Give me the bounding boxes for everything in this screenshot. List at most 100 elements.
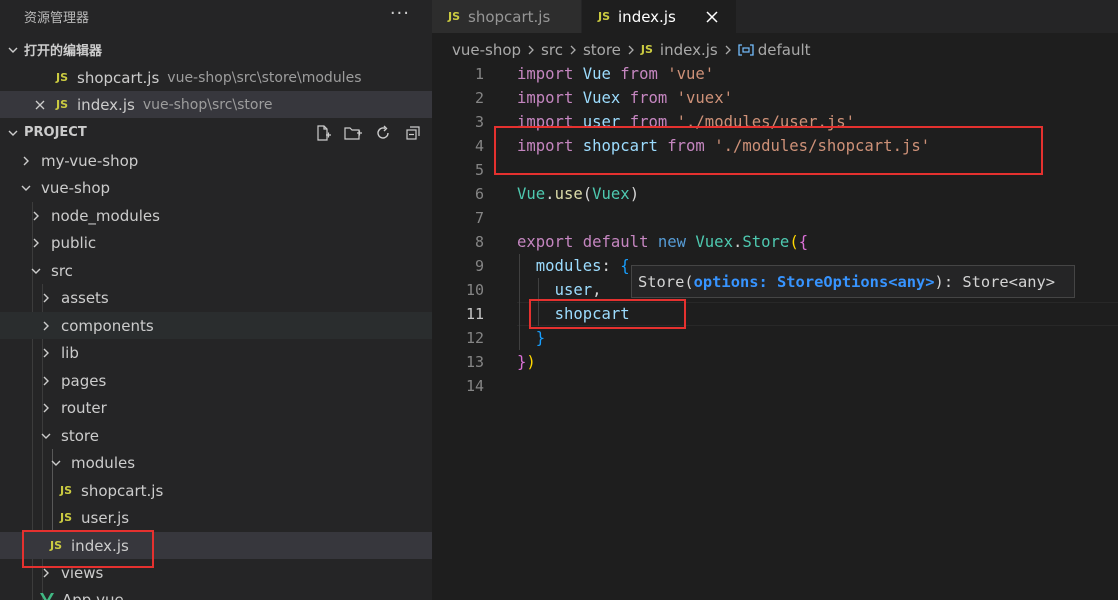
line-number: 12 bbox=[465, 329, 484, 347]
js-file-icon: JS bbox=[56, 71, 69, 84]
tree-file-shopcart-js[interactable]: JS shopcart.js bbox=[0, 477, 432, 504]
new-file-icon[interactable] bbox=[314, 124, 332, 142]
tree-folder-modules[interactable]: modules bbox=[0, 449, 432, 476]
open-editor-name: shopcart.js bbox=[77, 68, 160, 87]
tab-bar: JS shopcart.js JS index.js bbox=[432, 0, 1118, 33]
new-folder-icon[interactable] bbox=[344, 124, 362, 142]
editor-area: JS shopcart.js JS index.js vue-shop src … bbox=[432, 0, 1118, 600]
tree-label: vue-shop bbox=[41, 178, 111, 197]
explorer-header: 资源管理器 ··· bbox=[0, 0, 432, 32]
tab-label: shopcart.js bbox=[468, 7, 551, 26]
tree-label: src bbox=[51, 261, 73, 280]
explorer-sidebar: 资源管理器 ··· 打开的编辑器 JS shopcart.js vue-shop… bbox=[0, 0, 432, 600]
tree-label: App.vue bbox=[62, 590, 124, 600]
line-number: 5 bbox=[474, 161, 484, 179]
js-file-icon: JS bbox=[60, 511, 73, 524]
chevron-right-icon bbox=[40, 339, 52, 366]
tree-folder-components[interactable]: components bbox=[0, 312, 432, 339]
open-editor-name: index.js bbox=[77, 95, 135, 114]
chevron-down-icon bbox=[7, 36, 19, 63]
highlight-box bbox=[22, 530, 154, 568]
tree-label: user.js bbox=[81, 508, 130, 527]
breadcrumb-item[interactable]: vue-shop bbox=[452, 41, 521, 59]
line-number: 9 bbox=[474, 257, 484, 275]
code-line: 6 Vue.use(Vuex) bbox=[432, 182, 1118, 206]
tree-file-app-vue[interactable]: App.vue bbox=[0, 586, 432, 600]
open-editors-label: 打开的编辑器 bbox=[24, 44, 103, 59]
chevron-right-icon bbox=[20, 147, 32, 174]
close-icon[interactable] bbox=[33, 99, 47, 111]
open-editor-item-index[interactable]: JS index.js vue-shop\src\store bbox=[0, 91, 432, 118]
line-number: 11 bbox=[465, 305, 484, 323]
chevron-right-icon bbox=[40, 312, 52, 339]
tree-label: node_modules bbox=[51, 206, 160, 225]
tree-folder-pages[interactable]: pages bbox=[0, 367, 432, 394]
tree-label: my-vue-shop bbox=[41, 151, 139, 170]
line-number: 3 bbox=[474, 113, 484, 131]
close-icon[interactable] bbox=[706, 10, 718, 23]
project-section-header[interactable]: PROJECT bbox=[0, 119, 432, 146]
open-editors-section-header[interactable]: 打开的编辑器 bbox=[0, 36, 432, 63]
chevron-down-icon bbox=[20, 174, 32, 201]
tree-label: router bbox=[61, 398, 107, 417]
tree-folder-assets[interactable]: assets bbox=[0, 284, 432, 311]
tree-folder-node-modules[interactable]: node_modules bbox=[0, 202, 432, 229]
chevron-right-icon bbox=[627, 44, 635, 56]
tree-folder-store[interactable]: store bbox=[0, 422, 432, 449]
highlight-box bbox=[494, 126, 1043, 175]
breadcrumb-file[interactable]: index.js bbox=[660, 41, 718, 59]
code-line: 2 import Vuex from 'vuex' bbox=[432, 86, 1118, 110]
open-editor-path: vue-shop\src\store bbox=[142, 96, 273, 113]
code-line: 7 bbox=[432, 206, 1118, 230]
tree-label: components bbox=[61, 316, 154, 335]
chevron-right-icon bbox=[40, 394, 52, 421]
breadcrumb-item[interactable]: src bbox=[541, 41, 563, 59]
tab-shopcart-js[interactable]: JS shopcart.js bbox=[432, 0, 582, 33]
breadcrumb-symbol[interactable]: default bbox=[758, 41, 811, 59]
chevron-right-icon bbox=[40, 284, 52, 311]
code-line: 8 export default new Vuex.Store({ bbox=[432, 230, 1118, 254]
tree-folder-lib[interactable]: lib bbox=[0, 339, 432, 366]
chevron-right-icon bbox=[30, 229, 42, 256]
chevron-right-icon bbox=[569, 44, 577, 56]
chevron-down-icon bbox=[40, 422, 52, 449]
symbol-variable-icon bbox=[738, 43, 754, 57]
tree-label: public bbox=[51, 233, 97, 252]
tree-folder-vue-shop[interactable]: vue-shop bbox=[0, 174, 432, 201]
line-number: 2 bbox=[474, 89, 484, 107]
line-number: 4 bbox=[474, 137, 484, 155]
project-label: PROJECT bbox=[24, 125, 87, 140]
chevron-down-icon bbox=[7, 119, 19, 146]
tab-label: index.js bbox=[618, 7, 676, 26]
js-file-icon: JS bbox=[56, 98, 69, 111]
tree-folder-public[interactable]: public bbox=[0, 229, 432, 256]
line-number: 1 bbox=[474, 65, 484, 83]
tree-folder-src[interactable]: src bbox=[0, 257, 432, 284]
breadcrumb-item[interactable]: store bbox=[583, 41, 621, 59]
tree-folder-my-vue-shop[interactable]: my-vue-shop bbox=[0, 147, 432, 174]
line-number: 14 bbox=[465, 377, 484, 395]
more-actions-icon[interactable]: ··· bbox=[390, 3, 410, 24]
refresh-icon[interactable] bbox=[374, 124, 392, 142]
highlight-box bbox=[529, 299, 686, 329]
open-editor-item-shopcart[interactable]: JS shopcart.js vue-shop\src\store\module… bbox=[0, 64, 432, 91]
tab-index-js[interactable]: JS index.js bbox=[582, 0, 736, 33]
line-number: 13 bbox=[465, 353, 484, 371]
tree-label: assets bbox=[61, 288, 109, 307]
chevron-right-icon bbox=[527, 44, 535, 56]
line-number: 10 bbox=[465, 281, 484, 299]
tree-file-user-js[interactable]: JS user.js bbox=[0, 504, 432, 531]
collapse-all-icon[interactable] bbox=[404, 124, 422, 142]
tree-folder-router[interactable]: router bbox=[0, 394, 432, 421]
js-file-icon: JS bbox=[598, 10, 611, 23]
chevron-down-icon bbox=[30, 257, 42, 284]
line-number: 7 bbox=[474, 209, 484, 227]
vue-file-icon bbox=[40, 591, 54, 600]
hover-tooltip: Store(options: StoreOptions<any>): Store… bbox=[631, 265, 1075, 298]
explorer-title: 资源管理器 bbox=[24, 10, 90, 26]
chevron-right-icon bbox=[40, 367, 52, 394]
chevron-right-icon bbox=[30, 202, 42, 229]
code-line: 13 }) bbox=[432, 350, 1118, 374]
js-file-icon: JS bbox=[640, 43, 653, 56]
code-line: 12 } bbox=[432, 326, 1118, 350]
